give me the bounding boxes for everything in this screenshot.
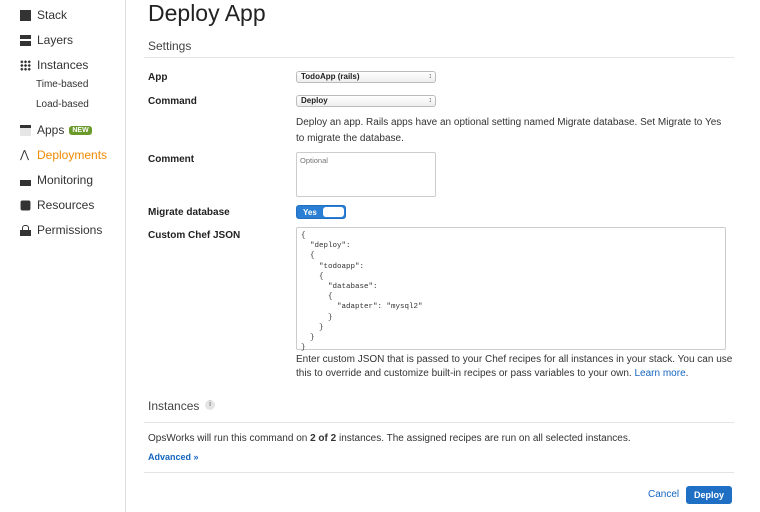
toggle-label: Yes — [303, 208, 317, 217]
sidebar: Stack Layers Instances Time-based Load-b… — [0, 0, 126, 512]
command-select[interactable]: Deploy — [296, 95, 436, 107]
toggle-knob — [323, 207, 344, 217]
advanced-link[interactable]: Advanced » — [148, 452, 199, 462]
lock-icon — [20, 224, 31, 236]
migrate-database-toggle[interactable]: Yes — [296, 205, 346, 219]
custom-chef-json-editor[interactable]: { "deploy": { "todoapp": { "database": {… — [296, 227, 726, 353]
comment-textarea[interactable] — [296, 152, 436, 197]
grid-icon — [20, 59, 31, 71]
deploy-button[interactable]: Deploy — [686, 486, 732, 504]
divider — [144, 472, 734, 473]
sidebar-item-layers[interactable]: Layers — [20, 32, 73, 48]
app-select[interactable]: TodoApp (rails) — [296, 71, 436, 83]
sidebar-item-time-based[interactable]: Time-based — [36, 79, 88, 90]
new-badge: NEW — [69, 125, 92, 135]
divider — [144, 422, 734, 423]
comment-label: Comment — [148, 154, 195, 165]
sidebar-item-load-based[interactable]: Load-based — [36, 99, 89, 110]
sidebar-item-apps[interactable]: Apps NEW — [20, 122, 92, 138]
sidebar-item-stack[interactable]: Stack — [20, 7, 67, 23]
sidebar-item-monitoring[interactable]: Monitoring — [20, 172, 93, 188]
page-title: Deploy App — [148, 0, 266, 26]
json-text: { "deploy": { "todoapp": { "database": {… — [301, 232, 423, 353]
divider — [144, 57, 734, 58]
instance-count: 2 of 2 — [310, 433, 337, 444]
migrate-database-label: Migrate database — [148, 207, 230, 218]
square-icon — [20, 9, 31, 21]
sidebar-item-instances[interactable]: Instances — [20, 57, 88, 73]
app-label: App — [148, 72, 168, 83]
monitoring-icon — [20, 177, 31, 186]
cancel-button[interactable]: Cancel — [648, 489, 679, 500]
command-help: Deploy an app. Rails apps have an option… — [296, 117, 722, 144]
info-icon[interactable]: i — [205, 400, 215, 410]
sidebar-item-resources[interactable]: Resources — [20, 197, 94, 213]
command-label: Command — [148, 96, 197, 107]
sidebar-item-permissions[interactable]: Permissions — [20, 222, 102, 238]
instances-heading: Instances — [148, 399, 200, 413]
json-help: Enter custom JSON that is passed to your… — [296, 354, 733, 379]
sidebar-item-deployments[interactable]: ⋀ Deployments — [20, 147, 107, 163]
layers-icon — [20, 34, 31, 46]
cube-icon — [20, 200, 31, 210]
learn-more-link[interactable]: Learn more — [635, 368, 686, 379]
window-icon — [20, 124, 31, 136]
settings-heading: Settings — [148, 39, 192, 53]
deployments-icon: ⋀ — [20, 148, 30, 161]
custom-chef-json-label: Custom Chef JSON — [148, 230, 241, 241]
instances-text: OpsWorks will run this command on 2 of 2… — [148, 433, 631, 444]
